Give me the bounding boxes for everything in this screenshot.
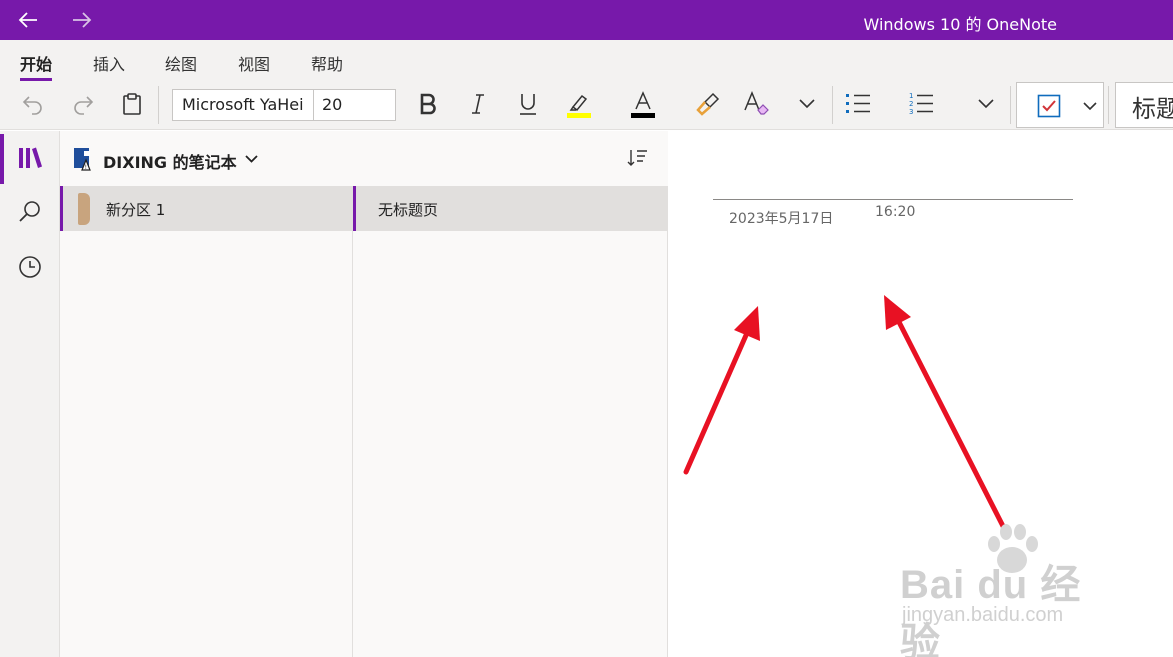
notebook-name[interactable]: DIXING 的笔记本 (103, 149, 237, 173)
toolbar: Microsoft YaHei 20 1 2 3 标 (0, 80, 1173, 130)
more-list-dropdown[interactable] (973, 88, 999, 120)
clear-formatting-button[interactable] (740, 88, 772, 120)
page-time: 16:20 (875, 204, 916, 220)
page-item[interactable]: 无标题页 (353, 186, 668, 231)
search-icon (19, 201, 40, 222)
svg-text:3: 3 (909, 108, 913, 116)
section-color-tab (78, 193, 90, 225)
bold-button[interactable] (414, 88, 442, 120)
font-picker[interactable]: Microsoft YaHei 20 (172, 89, 396, 121)
bulleted-list-icon (846, 94, 870, 113)
italic-icon (472, 94, 484, 114)
more-format-dropdown[interactable] (794, 88, 820, 120)
page-title-line[interactable] (713, 199, 1073, 200)
toolbar-separator (832, 86, 833, 124)
style-heading-gallery[interactable]: 标题 (1115, 82, 1173, 128)
italic-button[interactable] (464, 88, 492, 120)
page-label: 无标题页 (378, 201, 439, 219)
bullets-button[interactable] (843, 88, 873, 120)
font-name-input[interactable]: Microsoft YaHei (173, 90, 314, 120)
chevron-down-icon (978, 99, 994, 109)
toolbar-separator (1010, 86, 1011, 124)
recent-notes-button[interactable] (0, 241, 60, 293)
format-painter-button[interactable] (692, 88, 724, 120)
notebooks-button[interactable] (0, 132, 60, 184)
window-title: Windows 10 的 OneNote (863, 15, 1058, 34)
highlighter-icon (567, 94, 591, 118)
tab-view[interactable]: 视图 (238, 51, 270, 75)
section-label: 新分区 1 (106, 201, 166, 219)
tab-insert[interactable]: 插入 (93, 51, 125, 75)
arrow-left-icon (18, 12, 37, 28)
page-list (353, 186, 668, 657)
chevron-down-icon (1083, 102, 1097, 111)
ribbon: 开始 插入 绘图 视图 帮助 Microsoft YaHei 20 1 2 3 … (0, 40, 1173, 130)
font-color-icon (631, 91, 655, 118)
ribbon-tabs: 开始 插入 绘图 视图 帮助 (0, 40, 1173, 81)
redo-icon (74, 96, 94, 115)
navigation-rail (0, 131, 60, 657)
clipboard-icon (123, 93, 141, 115)
clear-formatting-icon (744, 91, 769, 115)
chevron-down-icon (799, 99, 815, 109)
chevron-down-icon[interactable] (245, 155, 258, 163)
format-painter-icon (696, 92, 720, 116)
underline-button[interactable] (514, 88, 542, 120)
watermark: Bai du 经验 jingyan.baidu.com (900, 524, 1120, 657)
back-button[interactable] (14, 6, 42, 34)
numbering-button[interactable]: 123 (906, 88, 936, 120)
sort-icon[interactable] (627, 148, 649, 168)
undo-icon (22, 96, 42, 115)
arrow-right-icon (73, 12, 92, 28)
tab-draw[interactable]: 绘图 (165, 51, 197, 75)
undo-button[interactable] (18, 88, 48, 120)
font-color-button[interactable] (626, 88, 660, 120)
tab-help[interactable]: 帮助 (311, 51, 343, 75)
notebook-icon: ! (74, 148, 91, 171)
section-item[interactable]: 新分区 1 (60, 186, 353, 231)
svg-text:1: 1 (909, 92, 913, 100)
font-size-input[interactable]: 20 (314, 90, 395, 120)
tag-todo-picker[interactable] (1016, 82, 1104, 128)
toolbar-separator (1108, 86, 1109, 124)
notebook-header: ! DIXING 的笔记本 (60, 131, 668, 186)
bold-icon (420, 93, 436, 115)
search-button[interactable] (0, 186, 60, 238)
svg-text:2: 2 (909, 100, 913, 108)
page-date: 2023年5月17日 (729, 211, 834, 227)
notebooks-icon (19, 147, 42, 168)
paste-button[interactable] (117, 88, 147, 120)
redo-button[interactable] (68, 88, 98, 120)
clock-icon (19, 256, 41, 278)
todo-checkbox-icon (1037, 94, 1061, 118)
highlight-button[interactable] (562, 88, 596, 120)
numbered-list-icon: 123 (909, 92, 933, 116)
tab-home[interactable]: 开始 (20, 51, 53, 81)
underline-icon (520, 94, 536, 115)
svg-text:!: ! (85, 164, 87, 171)
title-bar: Windows 10 的 OneNote (0, 0, 1173, 40)
toolbar-separator (158, 86, 159, 124)
watermark-url: jingyan.baidu.com (902, 604, 1064, 626)
forward-button[interactable] (68, 6, 96, 34)
